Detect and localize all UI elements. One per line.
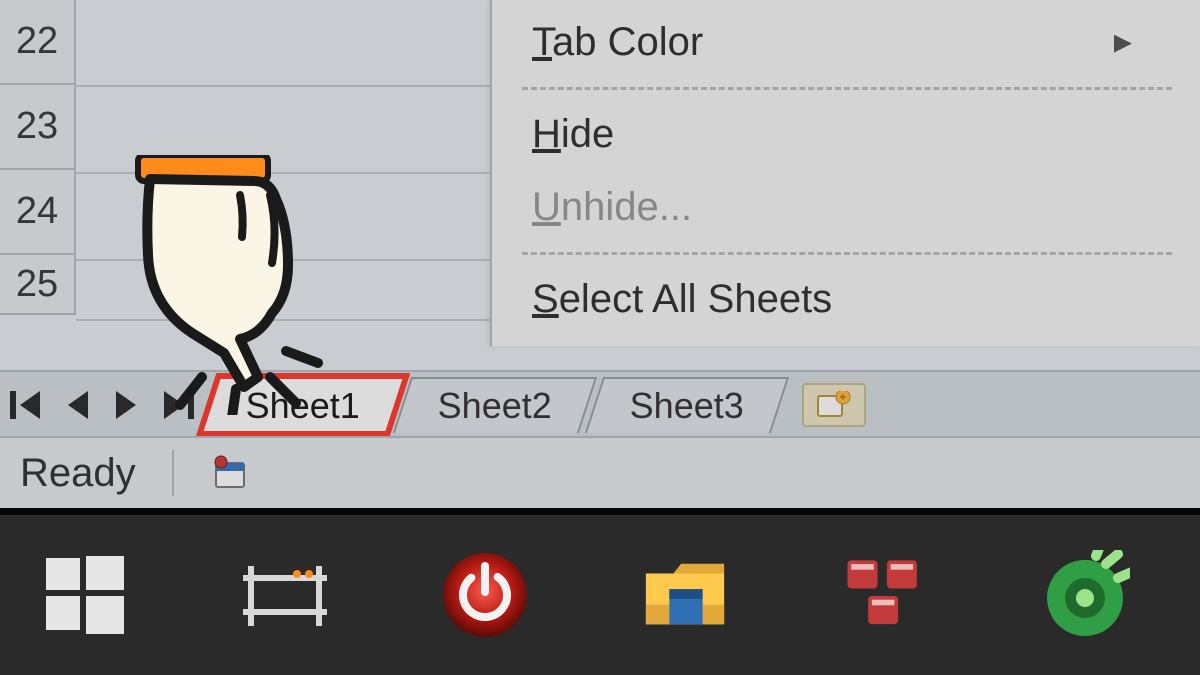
- windows-taskbar: [0, 515, 1200, 675]
- row-header-24[interactable]: 24: [0, 170, 76, 255]
- macro-record-icon[interactable]: [210, 453, 250, 493]
- menu-separator: [522, 87, 1172, 90]
- taskbar-app-green-icon[interactable]: [1040, 550, 1130, 640]
- menu-item-select-all-sheets[interactable]: Select All Sheets: [492, 263, 1200, 336]
- menu-item-unhide: Unhide...: [492, 171, 1200, 244]
- sheet-tab-context-menu: Tab Color ▸ Hide Unhide... Select All Sh…: [490, 0, 1200, 346]
- sheet-nav-buttons: [0, 391, 204, 419]
- taskbar-app-power-icon[interactable]: [440, 550, 530, 640]
- taskbar-file-explorer-icon[interactable]: [640, 550, 730, 640]
- sheet-nav-prev-icon[interactable]: [68, 391, 88, 419]
- row-header-25[interactable]: 25: [0, 255, 76, 315]
- submenu-arrow-icon: ▸: [1114, 20, 1132, 62]
- menu-separator: [522, 252, 1172, 255]
- status-bar: Ready: [0, 436, 1200, 508]
- row-header-23[interactable]: 23: [0, 85, 76, 170]
- taskbar-app-keys-icon[interactable]: [840, 550, 930, 640]
- menu-item-tab-color[interactable]: Tab Color ▸: [492, 6, 1200, 79]
- status-ready: Ready: [20, 451, 136, 496]
- sheet-tab-label: Sheet2: [438, 385, 552, 427]
- start-button-icon[interactable]: [40, 550, 130, 640]
- sheet-tab-sheet1[interactable]: Sheet1: [201, 377, 405, 433]
- row-headers: 22 23 24 25: [0, 0, 76, 370]
- sheet-tab-sheet3[interactable]: Sheet3: [585, 377, 789, 433]
- row-header-22[interactable]: 22: [0, 0, 76, 85]
- insert-worksheet-button[interactable]: [802, 383, 866, 427]
- sheet-nav-last-icon[interactable]: [164, 391, 184, 419]
- sheet-nav-next-icon[interactable]: [116, 391, 136, 419]
- sheet-nav-first-icon[interactable]: [20, 391, 40, 419]
- sheet-tab-strip: Sheet1 Sheet2 Sheet3: [0, 370, 1200, 438]
- taskbar-app-editor-icon[interactable]: [240, 550, 330, 640]
- insert-worksheet-icon: [817, 391, 851, 419]
- divider: [172, 450, 174, 496]
- sheet-tab-label: Sheet1: [246, 385, 360, 427]
- stage: 22 23 24 25 Tab Color ▸ Hide Unhide...: [0, 0, 1200, 675]
- menu-item-hide[interactable]: Hide: [492, 98, 1200, 171]
- spreadsheet-area: 22 23 24 25 Tab Color ▸ Hide Unhide...: [0, 0, 1200, 370]
- sheet-tab-sheet2[interactable]: Sheet2: [393, 377, 597, 433]
- sheet-tab-label: Sheet3: [630, 385, 744, 427]
